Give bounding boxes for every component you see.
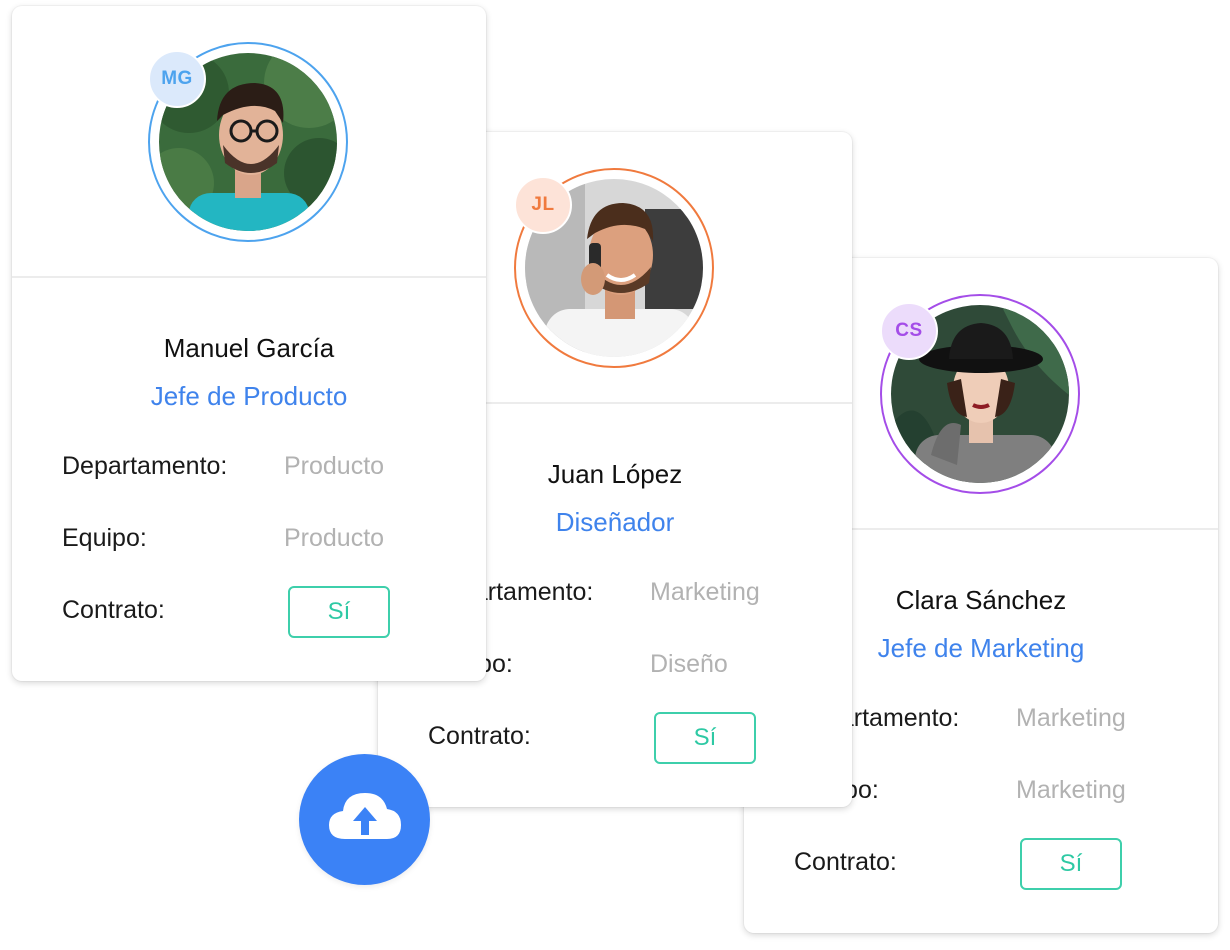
team-value: Marketing bbox=[1016, 776, 1126, 804]
team-value: Diseño bbox=[650, 650, 728, 678]
avatar: MG bbox=[148, 42, 348, 242]
card-header: MG bbox=[12, 6, 486, 278]
upload-button[interactable] bbox=[299, 754, 430, 885]
avatar: JL bbox=[514, 168, 714, 368]
contract-label: Contrato: bbox=[794, 848, 897, 876]
cloud-upload-icon bbox=[327, 789, 403, 850]
contract-label: Contrato: bbox=[62, 596, 165, 624]
team-value: Producto bbox=[284, 524, 385, 552]
department-label: Departamento: bbox=[62, 452, 228, 480]
department-value: Marketing bbox=[1016, 704, 1126, 732]
employee-role: Jefe de Producto bbox=[150, 381, 348, 411]
contract-button[interactable]: Sí bbox=[1020, 838, 1122, 890]
employee-name: Manuel García bbox=[163, 333, 335, 363]
department-value: Marketing bbox=[650, 578, 760, 606]
team-label: Equipo: bbox=[62, 524, 147, 552]
initials-badge: CS bbox=[880, 302, 938, 360]
employee-card-manuel-garcia: MG Manuel García Jefe de Producto Depart… bbox=[12, 6, 486, 681]
department-value: Producto bbox=[284, 452, 385, 480]
contract-label: Contrato: bbox=[428, 722, 531, 750]
contract-button[interactable]: Sí bbox=[654, 712, 756, 764]
initials-badge: JL bbox=[514, 176, 572, 234]
contract-button[interactable]: Sí bbox=[288, 586, 390, 638]
initials-badge: MG bbox=[148, 50, 206, 108]
avatar: CS bbox=[880, 294, 1080, 494]
